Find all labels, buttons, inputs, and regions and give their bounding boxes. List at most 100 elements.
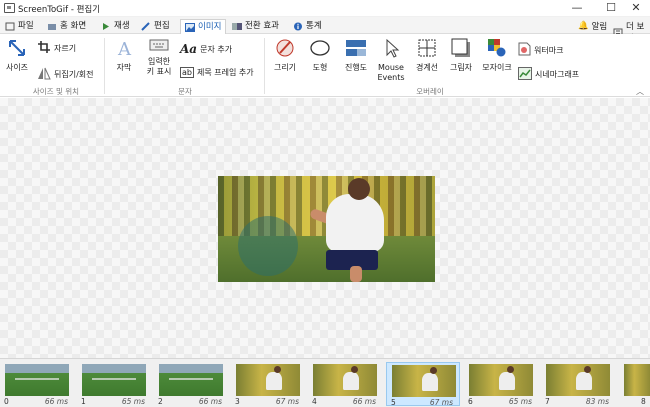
shadow-label: 그림자 [449,63,473,72]
image-icon [185,22,195,32]
resize-icon [3,38,31,61]
frame-delay: 67 ms [429,398,453,407]
title-frame-label: 제목 프레임 추가 [196,68,254,77]
group-text-label: 문자 [178,87,192,96]
tab-home[interactable]: 홈 화면 [47,19,86,34]
watermark-label: 워터마크 [534,45,564,55]
frame-delay: 67 ms [275,397,299,406]
player-shirt [326,194,384,252]
frame-delay: 66 ms [198,397,222,406]
tab-statistics[interactable]: 통계 [293,19,322,34]
tab-label: 편집 [154,21,170,31]
progress-button[interactable]: 진행도 [340,38,372,73]
frame-number: 3 [235,397,240,406]
title-frame-button[interactable]: ab 제목 프레임 추가 [180,67,254,78]
group-separator [264,38,265,94]
frame-item[interactable]: 4 66 ms [308,362,382,406]
frame-thumbnail [236,364,300,396]
border-button[interactable]: 경계선 [411,38,443,73]
svg-text:A: A [117,39,132,58]
frame-thumbnail [546,364,610,396]
tab-edit[interactable]: 편집 [141,19,170,34]
watermark-button[interactable]: 워터마크 [518,42,563,58]
frame-item[interactable]: 3 67 ms [231,362,305,406]
title-frame-icon: ab [180,67,194,78]
frame-thumbnail [82,364,146,396]
keyboard-icon [142,38,176,55]
frame-thumbnail [392,365,456,397]
frame-delay: 65 ms [121,397,145,406]
free-text-label: 문자 추가 [200,44,233,54]
crop-button[interactable]: 자르기 [37,40,76,56]
frame-preview [218,176,435,282]
transition-icon [232,22,242,31]
tab-label: 이미지 [198,21,222,32]
frame-item[interactable]: 1 65 ms [77,362,151,406]
cinemagraph-button[interactable]: 시네마그래프 [518,67,579,82]
tab-label: 파일 [18,21,34,31]
keystrokes-label-line1: 입력한 [147,57,171,66]
window-title: ScreenToGif - 편집기 [18,5,101,15]
free-text-button[interactable]: Aa 문자 추가 [180,42,232,56]
frame-thumbnail [313,364,377,396]
ribbon: 사이즈 자르기 뒤집기/회전 사이즈 및 위치 A 자막 입력한 키 표시 Aa… [0,34,650,97]
frame-item[interactable]: 0 66 ms [0,362,74,406]
group-overlay-label: 오버레이 [416,87,444,96]
shadow-button[interactable]: 그림자 [446,38,476,73]
tab-playback[interactable]: 재생 [101,19,130,34]
shapes-label: 도형 [312,63,328,72]
bell-icon: 🔔 [578,21,589,31]
mouse-events-label-line2: Events [377,73,405,82]
resize-label: 사이즈 [5,63,29,72]
mouse-events-button[interactable]: Mouse Events [375,38,407,83]
frame-number: 0 [4,397,9,406]
resize-button[interactable]: 사이즈 [3,38,31,73]
shapes-button[interactable]: 도형 [306,38,334,73]
tab-label: 통계 [306,21,322,31]
frame-number: 4 [312,397,317,406]
frame-number: 6 [468,397,473,406]
flip-rotate-button[interactable]: 뒤집기/회전 [37,66,94,82]
alerts-button[interactable]: 🔔 알림 [578,20,607,32]
crop-label: 자르기 [54,43,77,53]
tab-label: 재생 [114,21,130,31]
frame-item-selected[interactable]: 5 67 ms [386,362,460,407]
watermark-icon [518,42,531,58]
minimize-button[interactable]: — [562,0,592,16]
tab-transitions[interactable]: 전환 효과 [232,19,279,34]
close-button[interactable]: ✕ [621,0,650,16]
frame-number: 5 [391,398,396,407]
frame-item[interactable]: 2 66 ms [154,362,228,406]
info-icon [293,22,303,31]
free-text-icon: Aa [180,42,198,56]
tab-file[interactable]: 파일 [5,19,34,34]
progress-icon [340,38,372,61]
border-label: 경계선 [415,63,439,72]
play-icon [101,22,111,31]
tab-label: 홈 화면 [60,21,87,31]
group-size-label: 사이즈 및 위치 [32,87,80,96]
frame-number: 1 [81,397,86,406]
caption-icon: A [111,38,137,61]
frame-item[interactable]: 6 65 ms [464,362,538,406]
player-leg [350,266,362,282]
mosaic-icon [479,38,515,61]
frame-item[interactable]: 7 83 ms [541,362,615,406]
caption-button[interactable]: A 자막 [111,38,137,73]
keystrokes-label-line2: 키 표시 [146,67,172,76]
keystrokes-button[interactable]: 입력한 키 표시 [142,38,176,77]
ellipse-icon [306,38,334,61]
frame-item[interactable]: 8 [619,362,650,406]
frame-delay: 66 ms [44,397,68,406]
tab-image[interactable]: 이미지 [180,19,227,34]
cinemagraph-label: 시네마그래프 [535,70,580,79]
collapse-ribbon-icon[interactable]: ︿ [636,86,644,97]
mouse-events-label-line1: Mouse [378,63,404,72]
frame-number: 7 [545,397,550,406]
frame-thumbnail [5,364,69,396]
frame-thumbnail [159,364,223,396]
preview-blur [238,216,298,276]
cinemagraph-icon [518,67,532,82]
obfuscate-button[interactable]: 모자이크 [479,38,515,73]
draw-button[interactable]: 그리기 [270,38,300,73]
